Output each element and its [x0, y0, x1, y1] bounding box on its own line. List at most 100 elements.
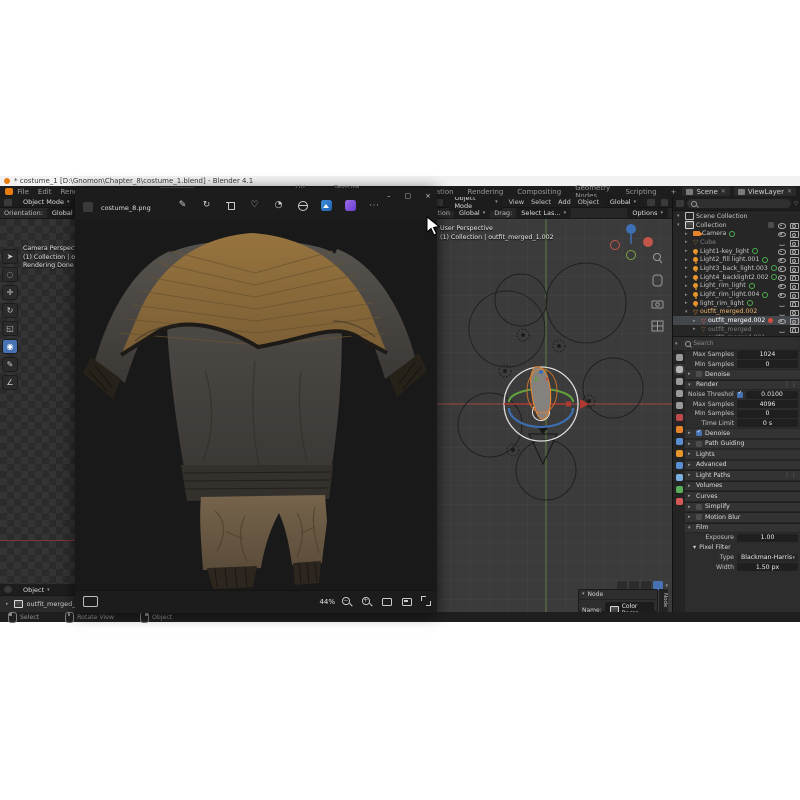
outliner-row[interactable]: ▸Light3_back_light.003 — [673, 264, 800, 273]
fit-to-window-icon[interactable] — [381, 596, 391, 606]
editor-type-icon[interactable] — [4, 199, 12, 206]
panel-menu-icon[interactable]: ⋮⋮ — [784, 381, 798, 388]
disable-in-renders-icon[interactable] — [789, 238, 798, 246]
expander-icon[interactable]: ▸ — [685, 283, 692, 289]
annotate-tool[interactable]: ✎ — [2, 357, 18, 372]
disable-in-renders-icon[interactable] — [789, 230, 798, 238]
disable-in-renders-icon[interactable] — [789, 291, 798, 299]
outliner-row[interactable]: ▸Light1-key_light — [673, 247, 800, 256]
hide-in-viewport-icon[interactable] — [777, 238, 786, 246]
edit-app-icon[interactable] — [321, 200, 332, 211]
rotate-icon[interactable]: ↻ — [201, 200, 212, 211]
hide-in-viewport-icon[interactable] — [777, 264, 786, 272]
hide-in-viewport-icon[interactable] — [777, 221, 786, 229]
disable-in-renders-icon[interactable] — [789, 308, 798, 316]
section-render[interactable]: ▾Render⋮⋮ — [685, 380, 800, 391]
subsection-pixel-filter[interactable]: ▾Pixel Filter — [685, 543, 800, 554]
outliner-row[interactable]: ▸▽outfit_merged — [673, 325, 800, 334]
property-value[interactable]: 4096 — [737, 400, 798, 408]
property-checkbox[interactable] — [737, 392, 743, 398]
measure-tool[interactable]: ∠ — [2, 375, 18, 390]
shading-dropdown-icon[interactable]: ▾ — [665, 583, 668, 589]
mode-dropdown[interactable]: Object Mode▾ — [18, 197, 74, 207]
hide-in-viewport-icon[interactable] — [777, 291, 786, 299]
node-name-input[interactable]: Color Ramp — [605, 602, 654, 612]
browser-icon[interactable] — [297, 200, 308, 211]
transform-orientation-dropdown[interactable]: Global▾ — [605, 197, 641, 207]
section-simplify[interactable]: ▸Simplify — [685, 502, 800, 513]
favorite-icon[interactable]: ♡ — [249, 200, 260, 211]
expander-icon[interactable]: ▸ — [685, 274, 692, 280]
outliner-row[interactable]: ▸light_rim_light — [673, 299, 800, 308]
property-value[interactable]: 0 — [737, 360, 798, 368]
breadcrumb-expander[interactable]: ▸ — [6, 601, 9, 607]
outliner-row[interactable]: ▸Light_rim_light.004 — [673, 290, 800, 299]
viewport-menu-object[interactable]: Object — [578, 198, 599, 206]
scene-selector[interactable]: Scene ✕ — [682, 187, 729, 196]
expander-icon[interactable]: ▸ — [685, 300, 692, 306]
viewport-3d-scene[interactable] — [432, 219, 672, 612]
disable-in-renders-icon[interactable] — [789, 282, 798, 290]
properties-tab-scene[interactable] — [676, 402, 683, 409]
viewport-menu-view[interactable]: View — [509, 198, 524, 206]
move-tool[interactable]: ✛ — [2, 285, 18, 300]
disable-in-renders-icon[interactable] — [789, 325, 798, 333]
hide-in-viewport-icon[interactable] — [777, 317, 786, 325]
rotate-tool[interactable]: ↻ — [2, 303, 18, 318]
properties-tab-view-layer[interactable] — [676, 390, 683, 397]
properties-tab-output[interactable] — [676, 378, 683, 385]
properties-tab-physics[interactable] — [676, 462, 683, 469]
properties-tab-tool[interactable] — [676, 354, 683, 361]
photo-content[interactable] — [75, 220, 437, 590]
property-value[interactable]: Blackman-Harris — [737, 554, 798, 562]
outliner-row[interactable]: ▸▽outfit_merged.002 — [673, 316, 800, 325]
node-sidebar-tab[interactable]: Node — [659, 589, 668, 612]
outliner-row[interactable]: ▸Camera — [673, 229, 800, 238]
outliner-row[interactable]: ▾▽outfit_merged.002 — [673, 308, 800, 317]
section-motion-blur[interactable]: ▸Motion Blur — [685, 512, 800, 523]
expander-icon[interactable]: ▸ — [685, 239, 692, 245]
disable-in-renders-icon[interactable] — [789, 299, 798, 307]
expander-icon[interactable]: ▸ — [693, 318, 700, 324]
drag-dropdown[interactable]: Select Las...▾ — [516, 208, 571, 218]
expander-icon[interactable]: ▸ — [685, 231, 692, 237]
exclude-checkbox[interactable] — [768, 222, 774, 228]
node-panel-header[interactable]: ▾Node — [579, 590, 657, 600]
filmstrip-toggle-icon[interactable] — [83, 596, 98, 607]
property-value[interactable]: 1024 — [737, 351, 798, 359]
outliner-row[interactable]: ▾Collection — [673, 221, 800, 230]
section-advanced[interactable]: ▸Advanced — [685, 460, 800, 471]
hide-in-viewport-icon[interactable] — [777, 299, 786, 307]
outliner-root-row[interactable]: ▾ Scene Collection — [673, 212, 800, 221]
section-checkbox[interactable] — [696, 430, 702, 436]
hide-in-viewport-icon[interactable] — [777, 230, 786, 238]
outliner-row[interactable]: ▸Light4_backlight2.002 — [673, 273, 800, 282]
property-value[interactable]: 1.00 — [737, 534, 798, 542]
maximize-icon[interactable]: ▢ — [405, 192, 412, 200]
outliner-row[interactable]: ▸Light2_fill light.001 — [673, 255, 800, 264]
menu-edit[interactable]: Edit — [38, 188, 52, 196]
properties-tab-world[interactable] — [676, 414, 683, 421]
zoom-in-icon[interactable]: + — [361, 596, 371, 606]
minimize-icon[interactable]: – — [387, 192, 391, 200]
disable-in-renders-icon[interactable] — [789, 273, 798, 281]
zoom-out-icon[interactable]: − — [341, 596, 351, 606]
section-volumes[interactable]: ▸Volumes — [685, 481, 800, 492]
disable-in-renders-icon[interactable] — [789, 221, 798, 229]
outliner-display-mode-icon[interactable] — [676, 200, 684, 207]
edit-icon[interactable]: ✎ — [177, 200, 188, 211]
properties-tab-object-data[interactable] — [676, 486, 683, 493]
workspace-tab-compositing[interactable]: Compositing — [511, 187, 567, 197]
workspace-tab-rendering[interactable]: Rendering — [462, 187, 510, 197]
section-lights[interactable]: ▸Lights — [685, 449, 800, 460]
hide-in-viewport-icon[interactable] — [777, 308, 786, 316]
expander-icon[interactable]: ▾ — [685, 309, 692, 315]
expander-icon[interactable]: ▸ — [685, 257, 692, 263]
viewlayer-remove-icon[interactable]: ✕ — [787, 188, 792, 195]
outliner-search-input[interactable] — [687, 199, 791, 208]
options-dropdown[interactable]: Options▾ — [627, 208, 668, 218]
section-curves[interactable]: ▸Curves — [685, 491, 800, 502]
properties-tab-constraints[interactable] — [676, 474, 683, 481]
fullscreen-icon[interactable] — [421, 596, 431, 606]
properties-tab-object[interactable] — [676, 426, 683, 433]
